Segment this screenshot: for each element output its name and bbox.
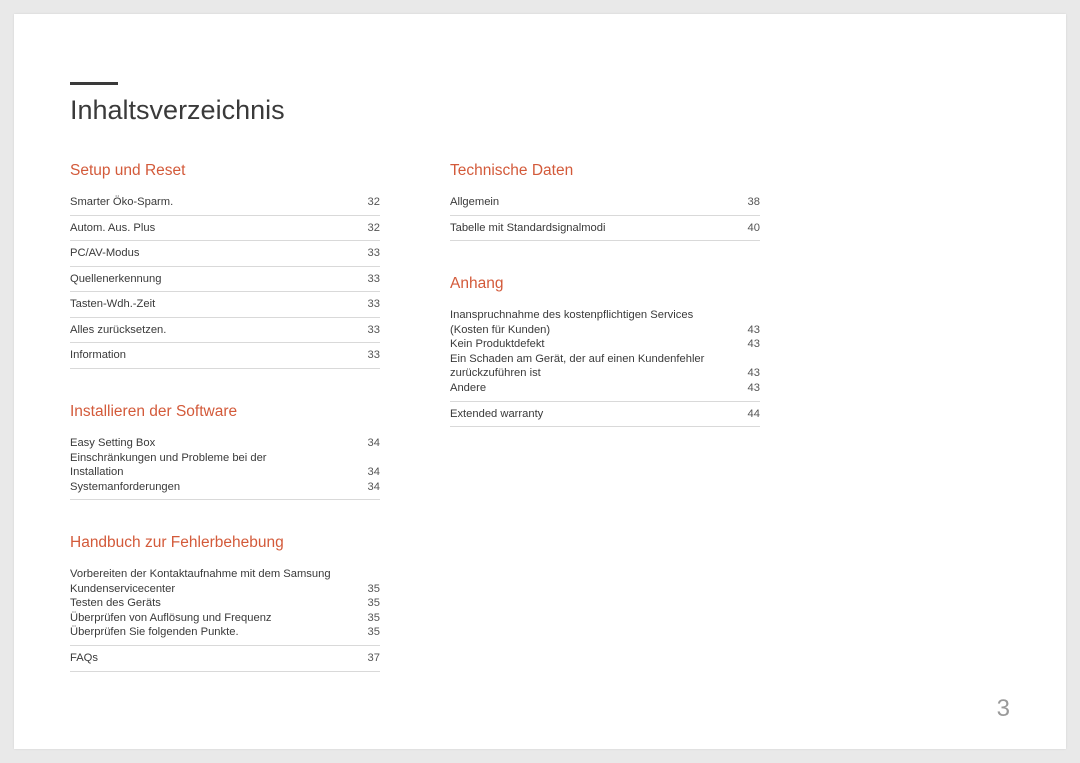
- toc-entry-page: 32: [368, 195, 380, 210]
- toc-entry[interactable]: Allgemein 38: [450, 190, 760, 216]
- toc-entry[interactable]: FAQs 37: [70, 646, 380, 672]
- toc-subentry[interactable]: Andere 43: [450, 381, 760, 396]
- toc-entry-page: 44: [748, 407, 760, 422]
- toc-entry-page: 33: [368, 297, 380, 312]
- toc-entry-group: Inanspruchnahme des kostenpflichtigen Se…: [450, 303, 760, 401]
- toc-entry-page: 34: [368, 436, 380, 451]
- toc-entry-label: Kundenservicecenter: [70, 582, 368, 597]
- toc-columns: Setup und Reset Smarter Öko-Sparm. 32 Au…: [70, 162, 1010, 706]
- toc-subentry[interactable]: Ein Schaden am Gerät, der auf einen Kund…: [450, 352, 760, 381]
- toc-entry-page: 33: [368, 272, 380, 287]
- document-page: Inhaltsverzeichnis Setup und Reset Smart…: [14, 14, 1066, 749]
- section-tech-data: Technische Daten Allgemein 38 Tabelle mi…: [450, 162, 760, 241]
- toc-entry[interactable]: Information 33: [70, 343, 380, 369]
- toc-entry-page: 35: [368, 596, 380, 611]
- toc-entry-label-prefix: Vorbereiten der Kontaktaufnahme mit dem …: [70, 567, 331, 582]
- toc-entry[interactable]: Tasten-Wdh.-Zeit 33: [70, 292, 380, 318]
- toc-entry-page: 43: [748, 381, 760, 396]
- toc-entry-page: 32: [368, 221, 380, 236]
- section-title: Setup und Reset: [70, 162, 380, 180]
- toc-entry[interactable]: Extended warranty 44: [450, 402, 760, 428]
- toc-entry-label: Kein Produktdefekt: [450, 337, 748, 352]
- toc-entry-label: FAQs: [70, 651, 368, 666]
- toc-entry-label: Testen des Geräts: [70, 596, 368, 611]
- toc-entry-label: Überprüfen von Auflösung und Frequenz: [70, 611, 368, 626]
- toc-subentry[interactable]: Kein Produktdefekt 43: [450, 337, 760, 352]
- section-title: Technische Daten: [450, 162, 760, 180]
- toc-entry-label: Installation: [70, 465, 368, 480]
- toc-column-left: Setup und Reset Smarter Öko-Sparm. 32 Au…: [70, 162, 380, 706]
- toc-entry-group: Vorbereiten der Kontaktaufnahme mit dem …: [70, 562, 380, 646]
- toc-entry-label: Smarter Öko-Sparm.: [70, 195, 368, 210]
- toc-entry-page: 40: [748, 221, 760, 236]
- toc-entry-label: PC/AV-Modus: [70, 246, 368, 261]
- toc-entry[interactable]: Tabelle mit Standardsignalmodi 40: [450, 216, 760, 242]
- section-appendix: Anhang Inanspruchnahme des kostenpflicht…: [450, 275, 760, 427]
- toc-entry-label: Systemanforderungen: [70, 480, 368, 495]
- toc-subentry[interactable]: Überprüfen Sie folgenden Punkte. 35: [70, 625, 380, 640]
- toc-entry[interactable]: PC/AV-Modus 33: [70, 241, 380, 267]
- toc-entry[interactable]: Smarter Öko-Sparm. 32: [70, 190, 380, 216]
- toc-entry-label: (Kosten für Kunden): [450, 323, 748, 338]
- toc-entry-label: zurückzuführen ist: [450, 366, 748, 381]
- toc-entry[interactable]: Alles zurücksetzen. 33: [70, 318, 380, 344]
- toc-entry-label-prefix: Inanspruchnahme des kostenpflichtigen Se…: [450, 308, 693, 323]
- toc-entry-label: Überprüfen Sie folgenden Punkte.: [70, 625, 368, 640]
- toc-entry-page: 33: [368, 348, 380, 363]
- section-title: Anhang: [450, 275, 760, 293]
- toc-column-right: Technische Daten Allgemein 38 Tabelle mi…: [450, 162, 760, 706]
- toc-entry-page: 35: [368, 625, 380, 640]
- section-troubleshooting: Handbuch zur Fehlerbehebung Vorbereiten …: [70, 534, 380, 671]
- section-install-software: Installieren der Software Easy Setting B…: [70, 403, 380, 500]
- toc-entry-label-prefix: Ein Schaden am Gerät, der auf einen Kund…: [450, 352, 704, 367]
- section-title: Installieren der Software: [70, 403, 380, 421]
- toc-entry-label: Tabelle mit Standardsignalmodi: [450, 221, 748, 236]
- toc-entry-label: Easy Setting Box: [70, 436, 368, 451]
- toc-entry-label: Andere: [450, 381, 748, 396]
- toc-entry-label: Information: [70, 348, 368, 363]
- toc-entry-page: 33: [368, 323, 380, 338]
- toc-subentry[interactable]: Testen des Geräts 35: [70, 596, 380, 611]
- toc-entry-page: 34: [368, 465, 380, 480]
- toc-entry-group: Easy Setting Box 34 Einschränkungen und …: [70, 431, 380, 500]
- toc-entry[interactable]: Easy Setting Box 34: [70, 436, 380, 451]
- toc-entry[interactable]: Quellenerkennung 33: [70, 267, 380, 293]
- toc-entry-page: 33: [368, 246, 380, 261]
- toc-entry-page: 43: [748, 366, 760, 381]
- toc-entry-label-prefix: Einschränkungen und Probleme bei der: [70, 451, 267, 466]
- section-setup-reset: Setup und Reset Smarter Öko-Sparm. 32 Au…: [70, 162, 380, 369]
- page-title: Inhaltsverzeichnis: [70, 95, 1010, 126]
- toc-entry-page: 38: [748, 195, 760, 210]
- toc-entry-page: 37: [368, 651, 380, 666]
- toc-entry-page: 43: [748, 323, 760, 338]
- page-number: 3: [997, 695, 1010, 723]
- toc-entry-page: 43: [748, 337, 760, 352]
- toc-entry-label: Tasten-Wdh.-Zeit: [70, 297, 368, 312]
- toc-subentry[interactable]: Überprüfen von Auflösung und Frequenz 35: [70, 611, 380, 626]
- toc-entry[interactable]: Autom. Aus. Plus 32: [70, 216, 380, 242]
- toc-entry-page: 35: [368, 611, 380, 626]
- toc-entry-label: Quellenerkennung: [70, 272, 368, 287]
- toc-entry-label: Extended warranty: [450, 407, 748, 422]
- toc-entry-label: Allgemein: [450, 195, 748, 210]
- section-title: Handbuch zur Fehlerbehebung: [70, 534, 380, 552]
- toc-entry-label: Autom. Aus. Plus: [70, 221, 368, 236]
- toc-entry-page: 35: [368, 582, 380, 597]
- toc-subentry[interactable]: Vorbereiten der Kontaktaufnahme mit dem …: [70, 567, 380, 596]
- toc-subentry[interactable]: Inanspruchnahme des kostenpflichtigen Se…: [450, 308, 760, 337]
- toc-entry-page: 34: [368, 480, 380, 495]
- toc-subentry[interactable]: Systemanforderungen 34: [70, 480, 380, 495]
- toc-subentry[interactable]: Einschränkungen und Probleme bei der Ins…: [70, 451, 380, 480]
- toc-entry-label: Alles zurücksetzen.: [70, 323, 368, 338]
- title-rule: [70, 82, 118, 85]
